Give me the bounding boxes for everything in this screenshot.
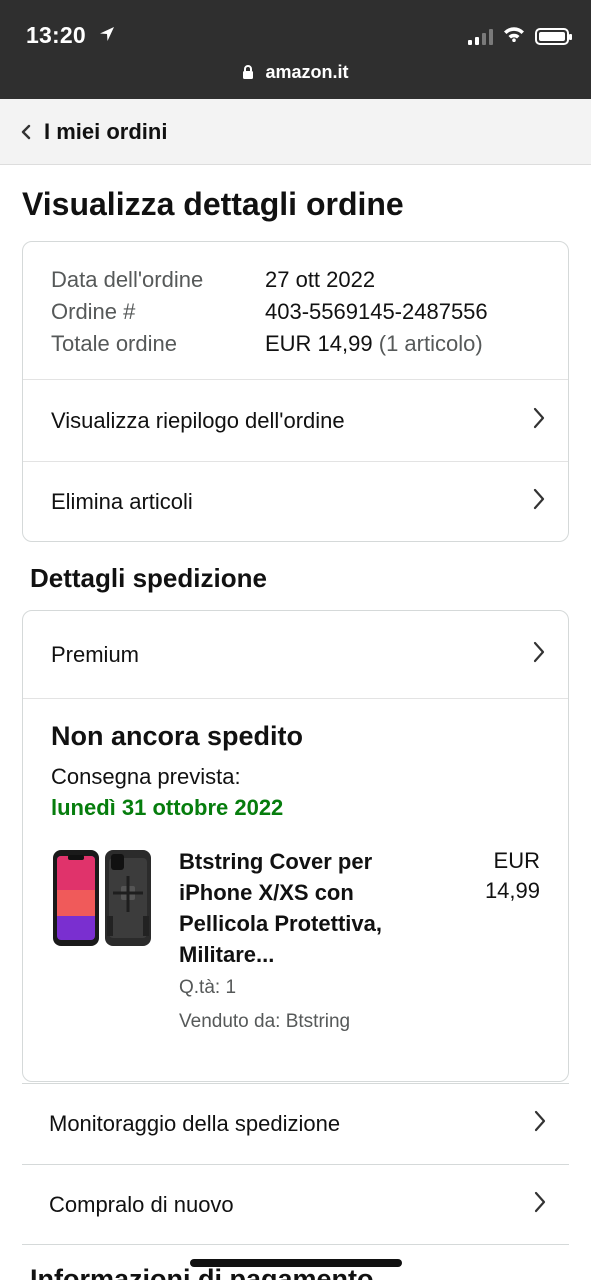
item-name[interactable]: Btstring Cover per iPhone X/XS con Pelli…	[179, 846, 411, 970]
order-summary-label: Visualizza riepilogo dell'ordine	[51, 407, 345, 433]
page-title: Visualizza dettagli ordine	[22, 186, 404, 222]
chevron-right-icon	[533, 1109, 547, 1139]
buy-again-label: Compralo di nuovo	[49, 1191, 234, 1217]
item-price: EUR 14,99	[450, 846, 540, 1038]
back-nav-label: I miei ordini	[44, 118, 168, 144]
delivery-date: lunedì 31 ottobre 2022	[51, 795, 284, 820]
order-info: Data dell'ordine 27 ott 2022 Ordine # 40…	[23, 242, 568, 380]
order-date-label: Data dell'ordine	[51, 267, 204, 292]
track-shipment-link[interactable]: Monitoraggio della spedizione	[22, 1083, 569, 1164]
url-text: amazon.it	[265, 62, 349, 82]
shipment-actions: Monitoraggio della spedizione Compralo d…	[22, 1083, 569, 1245]
order-item: Btstring Cover per iPhone X/XS con Pelli…	[51, 846, 540, 1038]
status-bar: 13:20 amazon.it	[0, 0, 591, 99]
order-date-value: 27 ott 2022	[265, 267, 376, 292]
location-arrow-icon	[98, 22, 116, 49]
item-price-currency: EUR	[493, 848, 540, 873]
shipping-section-title: Dettagli spedizione	[30, 563, 267, 593]
home-indicator[interactable]	[190, 1259, 402, 1267]
chevron-right-icon	[533, 1190, 547, 1220]
back-nav[interactable]: I miei ordini	[0, 99, 591, 165]
wifi-icon	[503, 26, 525, 47]
buy-again-link[interactable]: Compralo di nuovo	[22, 1164, 569, 1245]
delete-items-label: Elimina articoli	[51, 489, 193, 514]
shipment-status: Non ancora spedito	[51, 721, 304, 751]
chevron-left-icon	[20, 124, 32, 140]
track-shipment-label: Monitoraggio della spedizione	[49, 1111, 341, 1136]
shipping-service-link[interactable]: Premium	[23, 611, 568, 699]
system-icons	[468, 26, 572, 47]
lock-icon	[242, 64, 254, 85]
item-seller: Venduto da: Btstring	[179, 1011, 351, 1032]
item-price-value: 14,99	[484, 878, 540, 903]
order-total-value: EUR 14,99	[265, 331, 373, 356]
cellular-signal-icon	[468, 28, 493, 45]
shipment-details: Non ancora spedito Consegna prevista: lu…	[23, 699, 568, 1060]
order-number-label: Ordine #	[51, 299, 136, 324]
order-info-card: Data dell'ordine 27 ott 2022 Ordine # 40…	[22, 241, 569, 542]
battery-icon	[535, 28, 572, 45]
clock-time: 13:20	[26, 22, 86, 48]
chevron-right-icon	[532, 487, 546, 517]
chevron-right-icon	[532, 406, 546, 436]
order-total: EUR 14,99 (1 articolo)	[265, 328, 483, 360]
order-total-label: Totale ordine	[51, 331, 177, 356]
delivery-label: Consegna prevista:	[51, 764, 241, 789]
order-number-value: 403-5569145-2487556	[265, 299, 488, 324]
address-bar[interactable]: amazon.it	[0, 62, 591, 85]
item-quantity: Q.tà: 1	[179, 977, 237, 998]
chevron-right-icon	[532, 640, 546, 670]
shipping-card: Premium Non ancora spedito Consegna prev…	[22, 610, 569, 1082]
order-total-items: (1 articolo)	[378, 331, 483, 356]
item-details: Btstring Cover per iPhone X/XS con Pelli…	[179, 846, 450, 1038]
shipping-service-label: Premium	[51, 641, 140, 667]
clock: 13:20	[26, 22, 116, 49]
order-summary-link[interactable]: Visualizza riepilogo dell'ordine	[23, 380, 568, 461]
product-image[interactable]	[51, 846, 155, 950]
delete-items-link[interactable]: Elimina articoli	[23, 461, 568, 542]
